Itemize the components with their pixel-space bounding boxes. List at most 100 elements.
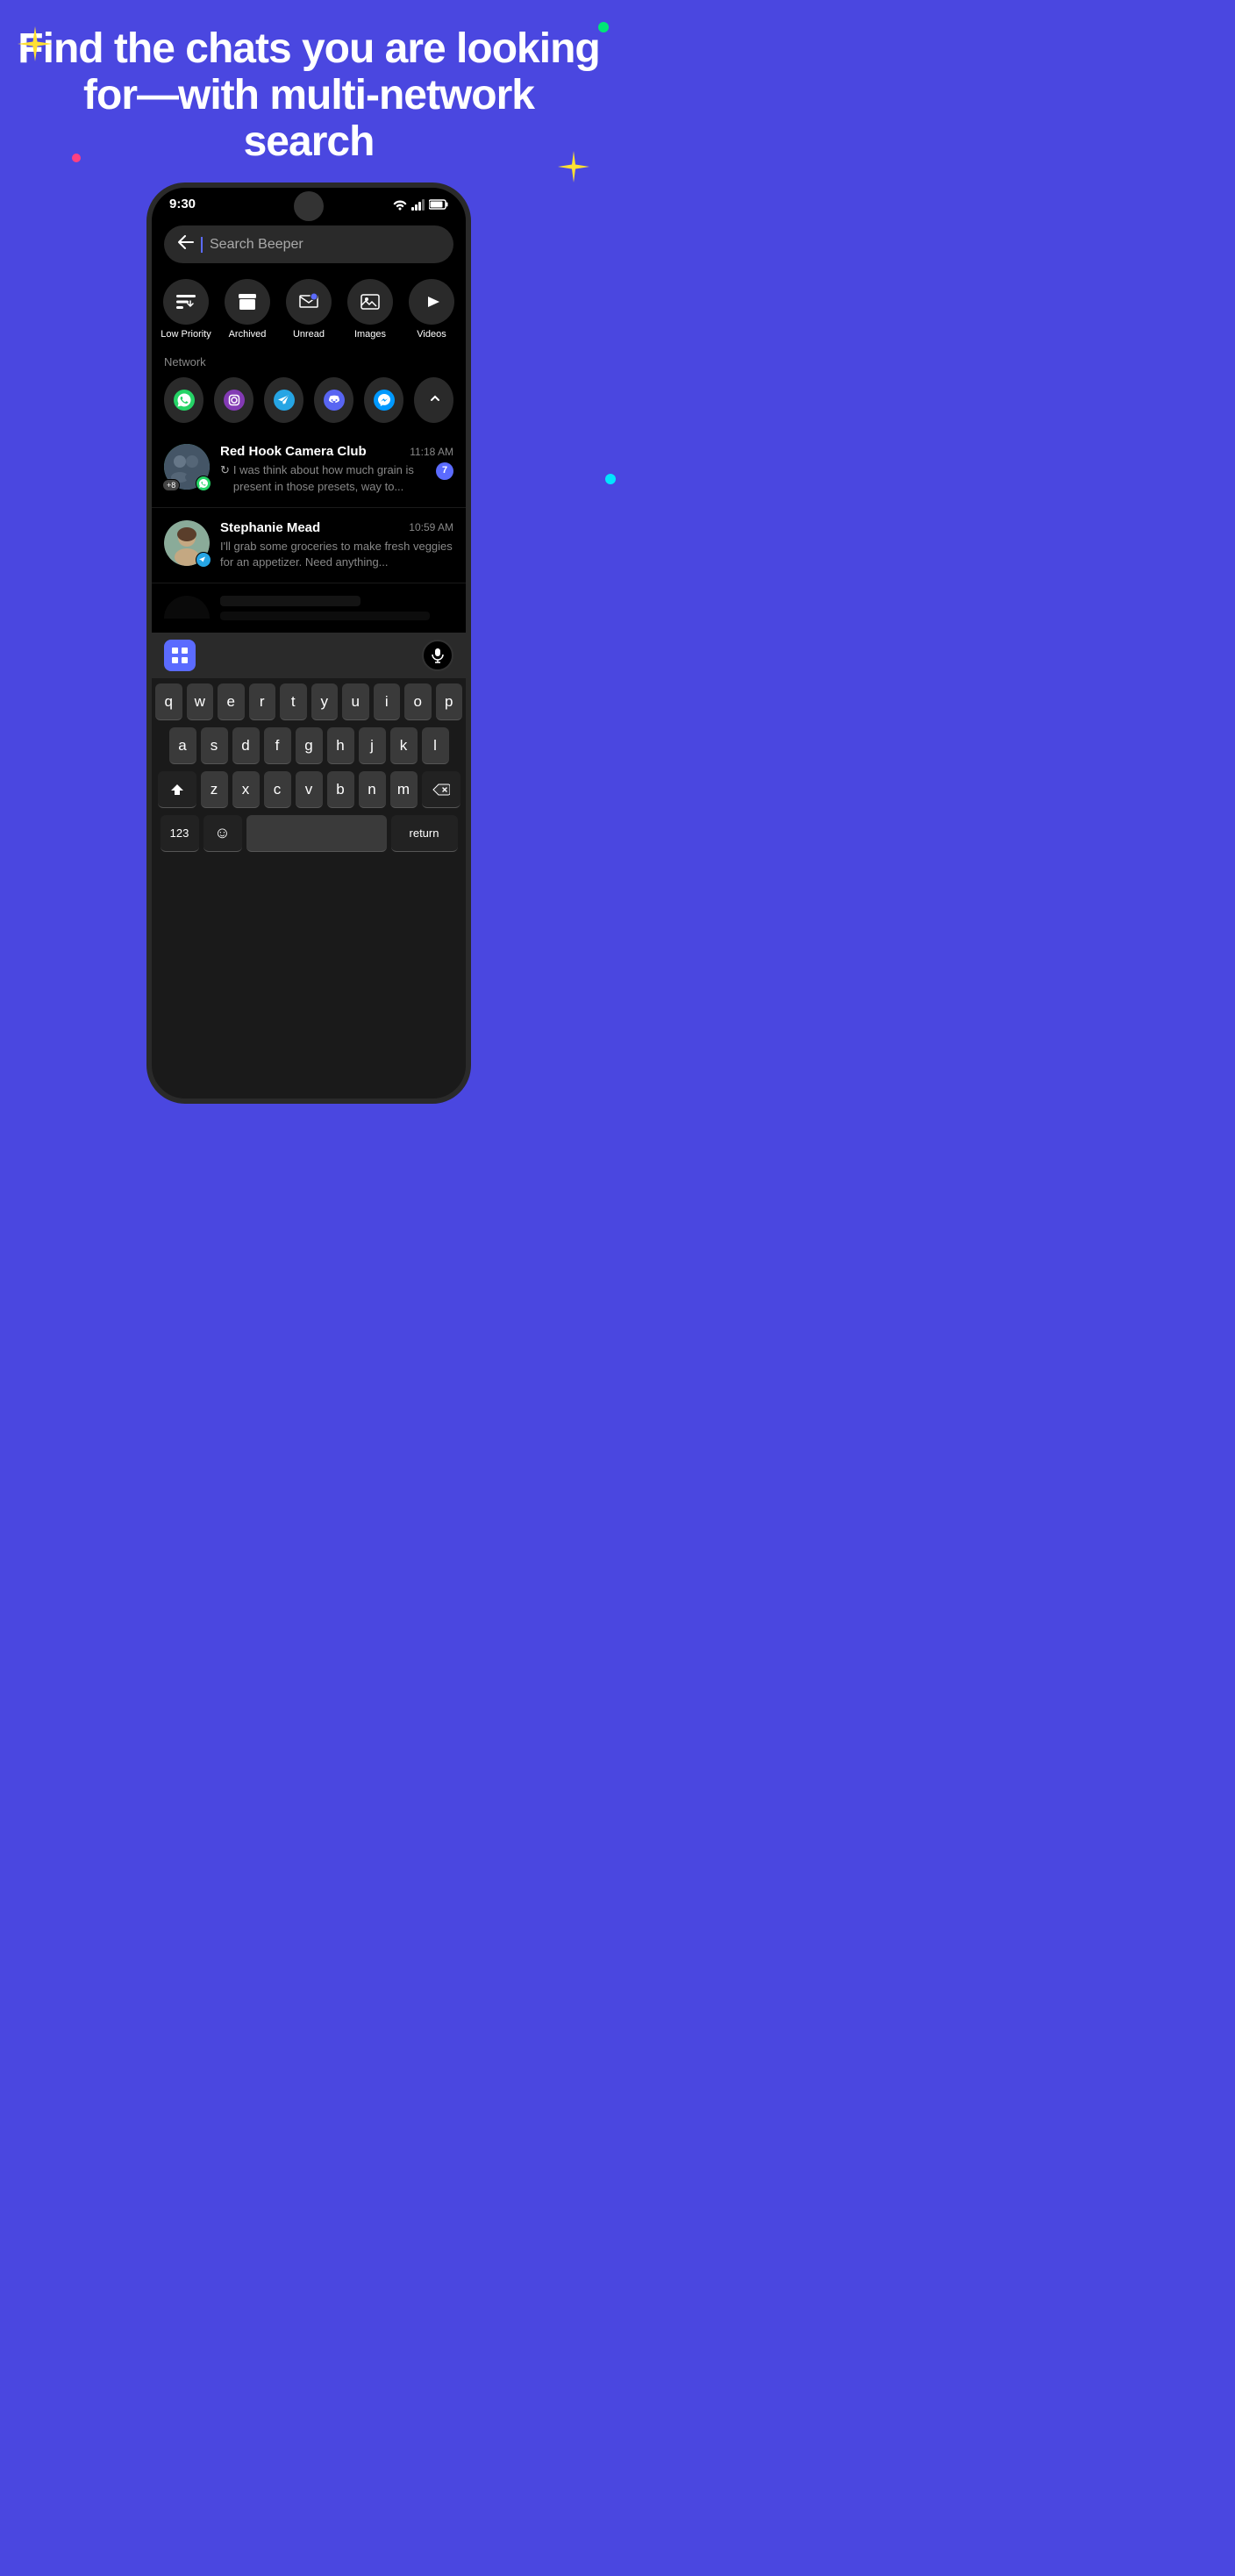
status-camera-cutout <box>294 191 324 221</box>
key-backspace[interactable] <box>422 771 460 808</box>
key-n[interactable]: n <box>359 771 386 808</box>
chat-preview-text-red-hook: I was think about how much grain is pres… <box>233 462 432 494</box>
key-b[interactable]: b <box>327 771 354 808</box>
filter-low-priority[interactable]: Low Priority <box>161 279 211 340</box>
key-p[interactable]: p <box>436 683 463 720</box>
filter-unread[interactable]: Unread <box>283 279 334 340</box>
network-section: Network <box>152 348 466 432</box>
network-whatsapp[interactable] <box>164 377 203 423</box>
key-space[interactable] <box>246 815 387 852</box>
key-d[interactable]: d <box>232 727 260 764</box>
whatsapp-network-badge <box>196 476 211 491</box>
chat-item-partial <box>152 583 466 633</box>
keyboard-row-2: a s d f g h j k l <box>155 727 462 764</box>
key-v[interactable]: v <box>296 771 323 808</box>
network-icons-row <box>164 377 453 423</box>
images-label: Images <box>354 329 386 340</box>
search-bar: Search Beeper <box>152 217 466 272</box>
key-numbers[interactable]: 123 <box>161 815 199 852</box>
sync-icon: ↻ <box>220 462 230 478</box>
partial-preview-placeholder <box>220 612 430 620</box>
key-w[interactable]: w <box>187 683 214 720</box>
search-input-wrap[interactable]: Search Beeper <box>164 225 453 263</box>
key-o[interactable]: o <box>404 683 432 720</box>
filter-videos[interactable]: Videos <box>406 279 457 340</box>
chat-header-row-stephanie: Stephanie Mead 10:59 AM <box>220 520 453 535</box>
key-z[interactable]: z <box>201 771 228 808</box>
partial-avatar <box>164 596 210 619</box>
chat-avatar-red-hook: +8 <box>164 444 210 490</box>
filter-images[interactable]: Images <box>345 279 396 340</box>
chat-content-stephanie: Stephanie Mead 10:59 AM I'll grab some g… <box>220 520 453 570</box>
key-return[interactable]: return <box>391 815 458 852</box>
key-shift[interactable] <box>158 771 196 808</box>
videos-icon-circle <box>409 279 454 325</box>
status-bar: 9:30 <box>152 188 466 217</box>
network-instagram[interactable] <box>214 377 253 423</box>
partial-name-placeholder <box>220 596 361 606</box>
key-x[interactable]: x <box>232 771 260 808</box>
key-f[interactable]: f <box>264 727 291 764</box>
key-c[interactable]: c <box>264 771 291 808</box>
key-emoji[interactable]: ☺ <box>203 815 242 852</box>
archived-icon-circle <box>225 279 270 325</box>
signal-icon <box>411 198 425 211</box>
network-section-label: Network <box>164 355 453 369</box>
dot-decoration-cyan <box>605 474 616 484</box>
battery-icon <box>429 199 448 210</box>
chat-name-stephanie: Stephanie Mead <box>220 520 320 535</box>
key-m[interactable]: m <box>390 771 418 808</box>
keyboard-rows: q w e r t y u i o p a s d f g h j k <box>152 678 466 855</box>
dot-decoration-green <box>598 22 609 32</box>
search-placeholder: Search Beeper <box>210 237 303 253</box>
key-q[interactable]: q <box>155 683 182 720</box>
telegram-network-badge <box>196 552 211 568</box>
key-u[interactable]: u <box>342 683 369 720</box>
key-i[interactable]: i <box>374 683 401 720</box>
search-back-button[interactable] <box>178 234 194 254</box>
keyboard-area: q w e r t y u i o p a s d f g h j k <box>152 633 466 855</box>
chat-content-red-hook: Red Hook Camera Club 11:18 AM ↻ I was th… <box>220 444 453 494</box>
status-icons <box>392 198 448 211</box>
keyboard-toolbar <box>152 633 466 678</box>
keyboard-mic-button[interactable] <box>422 640 453 671</box>
chat-item-stephanie[interactable]: Stephanie Mead 10:59 AM I'll grab some g… <box>152 508 466 583</box>
key-s[interactable]: s <box>201 727 228 764</box>
partial-content <box>220 596 453 620</box>
key-r[interactable]: r <box>249 683 276 720</box>
key-h[interactable]: h <box>327 727 354 764</box>
filter-row: Low Priority Archived <box>152 272 466 348</box>
filter-archived[interactable]: Archived <box>222 279 273 340</box>
header-section: Find the chats you are looking for—with … <box>0 0 618 174</box>
dot-decoration-pink <box>72 154 81 162</box>
low-priority-icon-circle <box>163 279 209 325</box>
status-time: 9:30 <box>169 197 196 211</box>
chat-name-red-hook: Red Hook Camera Club <box>220 444 367 459</box>
key-k[interactable]: k <box>390 727 418 764</box>
chat-preview-text-stephanie: I'll grab some groceries to make fresh v… <box>220 539 453 570</box>
low-priority-label: Low Priority <box>161 329 211 340</box>
search-cursor <box>201 237 203 253</box>
keyboard-row-3: z x c v b n m <box>155 771 462 808</box>
key-y[interactable]: y <box>311 683 339 720</box>
key-t[interactable]: t <box>280 683 307 720</box>
key-g[interactable]: g <box>296 727 323 764</box>
unread-label: Unread <box>293 329 325 340</box>
key-l[interactable]: l <box>422 727 449 764</box>
network-discord[interactable] <box>314 377 353 423</box>
chat-time-stephanie: 10:59 AM <box>409 521 453 533</box>
network-messenger[interactable] <box>364 377 403 423</box>
sparkle-left-icon <box>16 25 54 63</box>
unread-badge-red-hook: 7 <box>436 462 453 479</box>
keyboard-row-4: 123 ☺ return <box>155 815 462 852</box>
network-telegram[interactable] <box>264 377 303 423</box>
key-j[interactable]: j <box>359 727 386 764</box>
key-e[interactable]: e <box>218 683 245 720</box>
keyboard-grid-button[interactable] <box>164 640 196 671</box>
chat-item-red-hook[interactable]: +8 Red Hook Camera Club 11:18 AM ↻ I was… <box>152 432 466 507</box>
chat-header-row-red-hook: Red Hook Camera Club 11:18 AM <box>220 444 453 459</box>
network-more[interactable] <box>414 377 453 423</box>
chat-list: +8 Red Hook Camera Club 11:18 AM ↻ I was… <box>152 432 466 633</box>
chat-avatar-stephanie <box>164 520 210 566</box>
key-a[interactable]: a <box>169 727 196 764</box>
